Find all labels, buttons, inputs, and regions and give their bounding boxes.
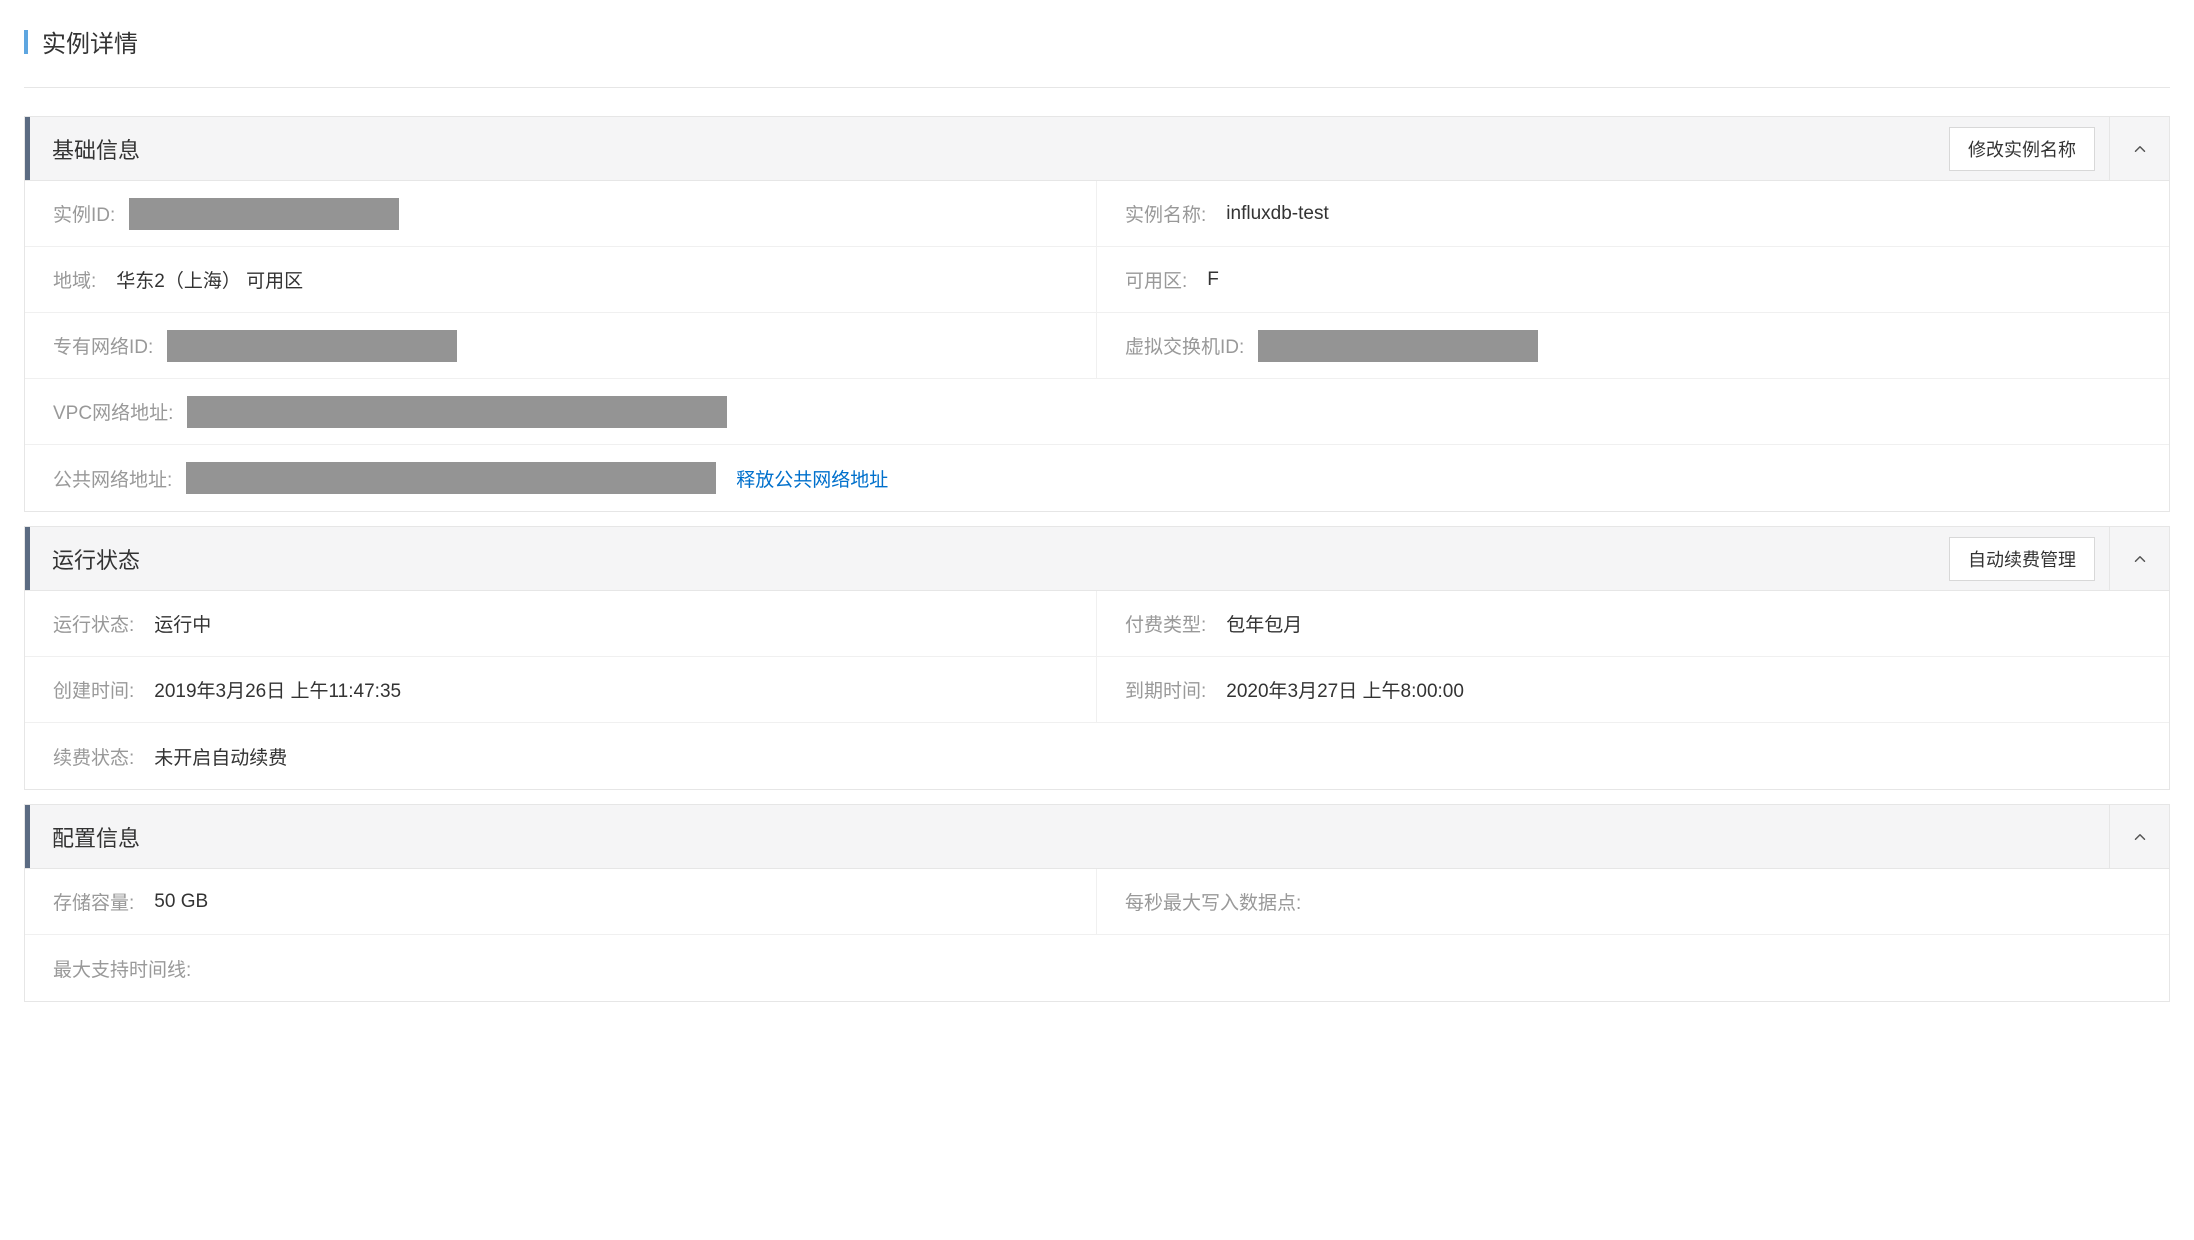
zone-row: 可用区: F bbox=[1097, 247, 2169, 313]
public-addr-row: 公共网络地址: 释放公共网络地址 bbox=[25, 445, 2169, 511]
vswitch-id-label: 虚拟交换机ID: bbox=[1125, 332, 1244, 359]
vpc-addr-label: VPC网络地址: bbox=[53, 398, 173, 425]
billing-type-value: 包年包月 bbox=[1226, 610, 1302, 637]
running-status-row: 运行状态: 运行中 bbox=[25, 591, 1097, 657]
renew-status-row: 续费状态: 未开启自动续费 bbox=[25, 723, 2169, 789]
storage-row: 存储容量: 50 GB bbox=[25, 869, 1097, 935]
expire-time-label: 到期时间: bbox=[1125, 676, 1206, 703]
page-title: 实例详情 bbox=[42, 24, 138, 59]
page-title-bar: 实例详情 bbox=[24, 24, 2170, 88]
page-title-accent bbox=[24, 30, 28, 54]
instance-id-row: 实例ID: bbox=[25, 181, 1097, 247]
instance-name-value: influxdb-test bbox=[1226, 203, 1328, 225]
vpc-addr-value-redacted bbox=[187, 396, 727, 428]
basic-info-collapse-toggle[interactable] bbox=[2109, 117, 2169, 180]
instance-id-label: 实例ID: bbox=[53, 200, 115, 227]
zone-label: 可用区: bbox=[1125, 266, 1187, 293]
vpc-id-value-redacted bbox=[167, 330, 457, 362]
basic-info-header: 基础信息 修改实例名称 bbox=[25, 117, 2169, 181]
region-row: 地域: 华东2（上海） 可用区 bbox=[25, 247, 1097, 313]
running-status-header: 运行状态 自动续费管理 bbox=[25, 527, 2169, 591]
create-time-label: 创建时间: bbox=[53, 676, 134, 703]
config-info-panel: 配置信息 存储容量: 50 GB 每秒最大写入数据点: 最大支持时间线: bbox=[24, 804, 2170, 1002]
chevron-up-icon bbox=[2131, 828, 2149, 846]
max-series-row: 最大支持时间线: bbox=[25, 935, 2169, 1001]
region-value: 华东2（上海） 可用区 bbox=[116, 266, 303, 293]
running-status-value: 运行中 bbox=[154, 610, 211, 637]
max-write-label: 每秒最大写入数据点: bbox=[1125, 888, 1301, 915]
edit-instance-name-button[interactable]: 修改实例名称 bbox=[1949, 127, 2095, 171]
vpc-id-label: 专有网络ID: bbox=[53, 332, 153, 359]
create-time-row: 创建时间: 2019年3月26日 上午11:47:35 bbox=[25, 657, 1097, 723]
chevron-up-icon bbox=[2131, 140, 2149, 158]
renew-status-label: 续费状态: bbox=[53, 743, 134, 770]
expire-time-value: 2020年3月27日 上午8:00:00 bbox=[1226, 676, 1464, 703]
max-write-row: 每秒最大写入数据点: bbox=[1097, 869, 2169, 935]
config-info-body: 存储容量: 50 GB 每秒最大写入数据点: 最大支持时间线: bbox=[25, 869, 2169, 1001]
zone-value: F bbox=[1207, 269, 1219, 291]
basic-info-panel: 基础信息 修改实例名称 实例ID: 实例名称: influxdb-test 地域… bbox=[24, 116, 2170, 512]
auto-renew-manage-button[interactable]: 自动续费管理 bbox=[1949, 537, 2095, 581]
storage-value: 50 GB bbox=[154, 891, 208, 913]
region-label: 地域: bbox=[53, 266, 96, 293]
expire-time-row: 到期时间: 2020年3月27日 上午8:00:00 bbox=[1097, 657, 2169, 723]
instance-name-row: 实例名称: influxdb-test bbox=[1097, 181, 2169, 247]
running-status-panel: 运行状态 自动续费管理 运行状态: 运行中 付费类型: 包年包月 创建时间: 2… bbox=[24, 526, 2170, 790]
billing-type-row: 付费类型: 包年包月 bbox=[1097, 591, 2169, 657]
running-status-title: 运行状态 bbox=[30, 543, 1949, 575]
public-addr-label: 公共网络地址: bbox=[53, 465, 172, 492]
billing-type-label: 付费类型: bbox=[1125, 610, 1206, 637]
config-info-header: 配置信息 bbox=[25, 805, 2169, 869]
max-series-label: 最大支持时间线: bbox=[53, 955, 191, 982]
running-status-body: 运行状态: 运行中 付费类型: 包年包月 创建时间: 2019年3月26日 上午… bbox=[25, 591, 2169, 789]
vswitch-id-row: 虚拟交换机ID: bbox=[1097, 313, 2169, 379]
vpc-addr-row: VPC网络地址: bbox=[25, 379, 2169, 445]
running-status-collapse-toggle[interactable] bbox=[2109, 527, 2169, 590]
renew-status-value: 未开启自动续费 bbox=[154, 743, 287, 770]
create-time-value: 2019年3月26日 上午11:47:35 bbox=[154, 676, 401, 703]
instance-name-label: 实例名称: bbox=[1125, 200, 1206, 227]
public-addr-value-redacted bbox=[186, 462, 716, 494]
basic-info-title: 基础信息 bbox=[30, 133, 1949, 165]
release-public-addr-link[interactable]: 释放公共网络地址 bbox=[736, 465, 888, 492]
vpc-id-row: 专有网络ID: bbox=[25, 313, 1097, 379]
storage-label: 存储容量: bbox=[53, 888, 134, 915]
config-info-collapse-toggle[interactable] bbox=[2109, 805, 2169, 868]
config-info-title: 配置信息 bbox=[30, 821, 2109, 853]
instance-id-value-redacted bbox=[129, 198, 399, 230]
running-status-label: 运行状态: bbox=[53, 610, 134, 637]
chevron-up-icon bbox=[2131, 550, 2149, 568]
basic-info-body: 实例ID: 实例名称: influxdb-test 地域: 华东2（上海） 可用… bbox=[25, 181, 2169, 511]
vswitch-id-value-redacted bbox=[1258, 330, 1538, 362]
